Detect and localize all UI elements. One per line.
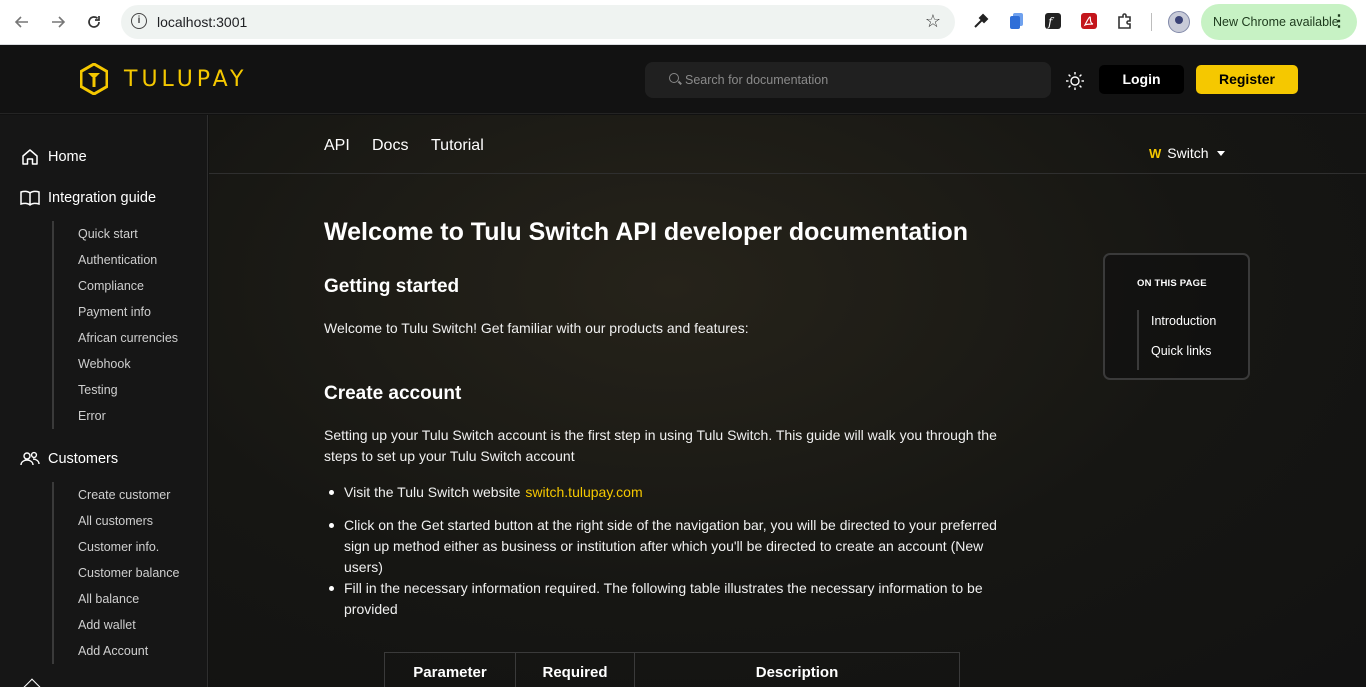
table-header-row: Parameter Required Description — [384, 652, 960, 687]
chrome-menu-icon[interactable]: ⋮ — [1331, 4, 1347, 40]
eyedropper-extension-icon[interactable] — [971, 11, 991, 31]
docs-tabs: API Docs Tutorial W Switch — [209, 115, 1366, 174]
sidebar-item-compliance[interactable]: Compliance — [54, 273, 178, 299]
toolbar-divider — [1151, 13, 1152, 31]
font-extension-icon[interactable]: f — [1043, 11, 1063, 31]
sidebar-item-home[interactable]: Home — [20, 147, 87, 167]
pdf-extension-icon[interactable] — [1079, 11, 1099, 31]
address-bar[interactable]: i localhost:3001 ☆ — [121, 5, 955, 39]
sidebar-item-african-currencies[interactable]: African currencies — [54, 325, 178, 351]
extensions-puzzle-icon[interactable] — [1115, 11, 1135, 31]
sun-icon[interactable] — [1065, 71, 1085, 91]
book-icon — [20, 188, 40, 208]
sidebar-item-payment-info[interactable]: Payment info — [54, 299, 178, 325]
copy-extension-icon[interactable] — [1007, 11, 1027, 31]
toc-list: Introduction Quick links — [1137, 310, 1216, 370]
sidebar-item-all-balance[interactable]: All balance — [54, 586, 179, 612]
tulupay-logo[interactable]: TULUPAY — [79, 62, 248, 96]
search-box[interactable] — [645, 62, 1051, 98]
tulupay-logo-mark — [79, 62, 109, 96]
brand-name: TULUPAY — [124, 66, 248, 92]
bookmark-star-icon[interactable]: ☆ — [925, 11, 941, 32]
steps-list: Visit the Tulu Switch website switch.tulu… — [324, 482, 1014, 620]
chrome-update-label: New Chrome available — [1213, 15, 1339, 29]
setup-text: Setting up your Tulu Switch account is t… — [324, 427, 997, 464]
bullet-1-text: Visit the Tulu Switch website — [344, 484, 521, 500]
caret-down-icon — [1216, 150, 1225, 156]
users-icon — [20, 449, 40, 469]
sidebar-item-authentication[interactable]: Authentication — [54, 247, 178, 273]
login-button[interactable]: Login — [1099, 65, 1184, 94]
browser-toolbar: i localhost:3001 ☆ f New Chrome availabl… — [0, 0, 1366, 45]
sidebar-item-error[interactable]: Error — [54, 403, 178, 429]
sidebar: Home Integration guide Quick start Authe… — [0, 115, 208, 687]
forward-icon[interactable] — [46, 10, 70, 34]
back-icon[interactable] — [10, 10, 34, 34]
intro-text: Welcome to Tulu Switch! Get familiar wit… — [324, 320, 749, 336]
reload-icon[interactable] — [82, 10, 106, 34]
main-content: API Docs Tutorial W Switch Welcome to Tu… — [209, 115, 1366, 687]
sidebar-item-add-wallet[interactable]: Add wallet — [54, 612, 179, 638]
switch-logo-icon: W — [1149, 145, 1161, 161]
url-text[interactable]: localhost:3001 — [157, 14, 247, 30]
toc-item-quick-links[interactable]: Quick links — [1139, 340, 1216, 370]
list-item: Fill in the necessary information requir… — [324, 578, 1014, 620]
home-icon — [20, 147, 40, 167]
search-icon — [669, 73, 679, 83]
table-header-parameter: Parameter — [384, 652, 516, 687]
sidebar-next-item-icon — [23, 678, 41, 687]
toc-title: ON THIS PAGE — [1137, 278, 1207, 289]
profile-avatar[interactable] — [1168, 11, 1190, 33]
site-info-icon[interactable]: i — [131, 13, 147, 29]
sidebar-item-integration-guide[interactable]: Integration guide — [20, 188, 156, 208]
customers-submenu: Create customer All customers Customer i… — [52, 482, 179, 664]
tab-tutorial[interactable]: Tutorial — [431, 137, 484, 155]
site-header: TULUPAY Login Register — [0, 46, 1366, 114]
create-account-heading: Create account — [324, 383, 462, 404]
table-header-description: Description — [634, 652, 960, 687]
website-link[interactable]: switch.tulupay.com — [525, 484, 642, 500]
list-item: Visit the Tulu Switch website switch.tulu… — [324, 482, 1014, 503]
register-button[interactable]: Register — [1196, 65, 1298, 94]
sidebar-item-add-account[interactable]: Add Account — [54, 638, 179, 664]
sidebar-item-customer-info[interactable]: Customer info. — [54, 534, 179, 560]
sidebar-item-webhook[interactable]: Webhook — [54, 351, 178, 377]
table-header-required: Required — [515, 652, 635, 687]
sidebar-item-customer-balance[interactable]: Customer balance — [54, 560, 179, 586]
sidebar-integration-label: Integration guide — [48, 190, 157, 206]
sidebar-item-create-customer[interactable]: Create customer — [54, 482, 179, 508]
integration-submenu: Quick start Authentication Compliance Pa… — [52, 221, 178, 429]
search-input[interactable] — [685, 62, 1035, 98]
parameters-table: Parameter Required Description — [384, 652, 960, 687]
tab-api[interactable]: API — [324, 137, 350, 155]
product-switcher[interactable]: W Switch — [1149, 145, 1225, 161]
on-this-page-panel: ON THIS PAGE Introduction Quick links — [1103, 253, 1250, 380]
sidebar-item-testing[interactable]: Testing — [54, 377, 178, 403]
sidebar-customers-label: Customers — [48, 451, 119, 467]
list-item: Click on the Get started button at the r… — [324, 515, 1014, 578]
page-title: Welcome to Tulu Switch API developer doc… — [324, 218, 969, 246]
getting-started-heading: Getting started — [324, 276, 460, 297]
sidebar-home-label: Home — [48, 149, 87, 165]
sidebar-item-all-customers[interactable]: All customers — [54, 508, 179, 534]
tab-docs[interactable]: Docs — [372, 137, 408, 155]
sidebar-item-quick-start[interactable]: Quick start — [54, 221, 178, 247]
product-switcher-label: Switch — [1167, 145, 1209, 161]
chrome-update-button[interactable]: New Chrome available ⋮ — [1201, 4, 1357, 40]
toc-item-introduction[interactable]: Introduction — [1139, 310, 1216, 340]
sidebar-item-customers[interactable]: Customers — [20, 449, 118, 469]
